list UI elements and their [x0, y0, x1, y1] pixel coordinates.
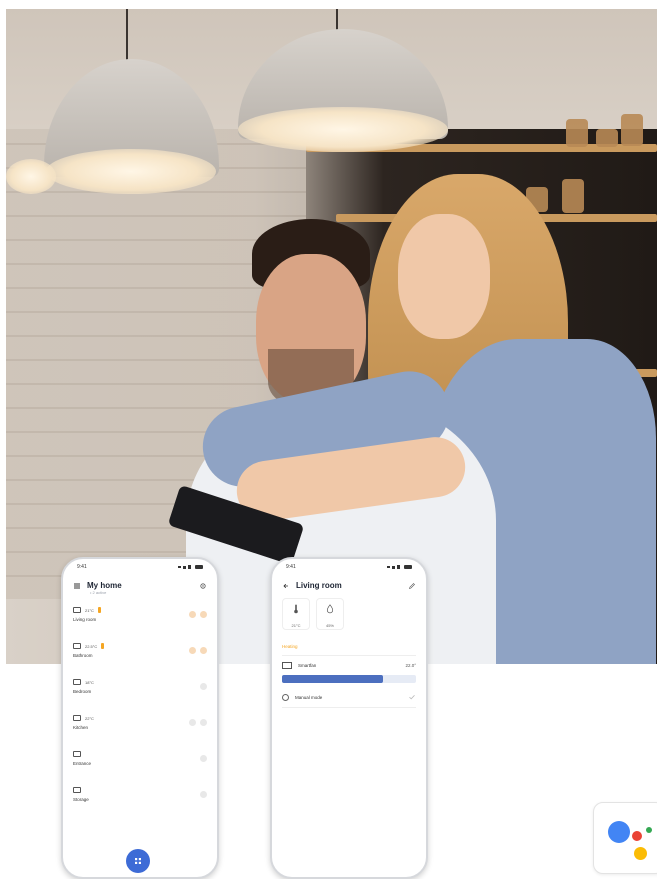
signal-icon: [387, 565, 412, 569]
temperature-tile[interactable]: 21°C: [282, 598, 310, 630]
schedule-row[interactable]: Manual mode: [272, 687, 426, 707]
heating-indicator: [97, 607, 101, 613]
signal-icon: [178, 565, 203, 569]
room-temperature: 22°C: [85, 715, 94, 721]
bed-icon: [73, 679, 81, 685]
phone-room-screen: 9:41 Living room 21°C 45% Heating Smartf…: [270, 557, 428, 879]
temperature-value: 21°C: [291, 623, 301, 628]
thermometer-icon: [294, 604, 298, 614]
app-header: My home: [63, 575, 217, 590]
room-list: 21°C Living room 22.5°C Bathroom 18°C Be…: [63, 601, 217, 817]
room-name: Bedroom: [73, 689, 92, 694]
page-title: My home: [87, 581, 122, 590]
check-icon: [409, 695, 415, 700]
plus-button[interactable]: [200, 719, 207, 726]
humidity-tile[interactable]: 45%: [316, 598, 344, 630]
google-assistant-badge: [593, 802, 657, 874]
room-name: Entrance: [73, 761, 92, 766]
add-device-button[interactable]: [126, 849, 150, 873]
minus-button[interactable]: [189, 611, 196, 618]
sensor-tiles: 21°C 45%: [272, 590, 426, 630]
settings-icon[interactable]: [199, 582, 207, 590]
grid-icon: [135, 858, 141, 864]
fan-icon: [282, 662, 292, 669]
device-row[interactable]: Smartfan 22.0°: [272, 656, 426, 675]
power-toggle[interactable]: [200, 755, 207, 762]
device-name: Smartfan: [298, 663, 317, 668]
heating-indicator: [101, 643, 105, 649]
divider: [282, 707, 416, 708]
box-icon: [73, 787, 81, 793]
plus-button[interactable]: [200, 647, 207, 654]
room-temperature: 22.5°C: [85, 643, 98, 649]
status-time: 9:41: [77, 564, 87, 570]
droplet-icon: [326, 604, 334, 614]
room-item-bedroom[interactable]: 18°C Bedroom: [63, 673, 217, 709]
slider-fill: [282, 675, 383, 683]
phone-home-screen: 9:41 My home • 2 active 21°C Living room…: [61, 557, 219, 879]
back-arrow-icon[interactable]: [282, 582, 290, 590]
page-title: Living room: [296, 581, 342, 590]
room-name: Living room: [73, 617, 97, 622]
humidity-value: 45%: [325, 623, 334, 628]
status-time: 9:41: [286, 564, 296, 570]
room-name: Bathroom: [73, 653, 93, 658]
section-heading: Heating: [282, 644, 298, 649]
schedule-label: Manual mode: [295, 694, 323, 700]
app-header: Living room: [272, 575, 426, 590]
room-item-bathroom[interactable]: 22.5°C Bathroom: [63, 637, 217, 673]
room-item-living-room[interactable]: 21°C Living room: [63, 601, 217, 637]
status-bar: 9:41: [272, 559, 426, 575]
sofa-icon: [73, 607, 81, 613]
home-subtitle: • 2 active: [90, 590, 107, 595]
room-item-entrance[interactable]: Entrance: [63, 745, 217, 781]
minus-button[interactable]: [189, 719, 196, 726]
minus-button[interactable]: [189, 647, 196, 654]
plus-button[interactable]: [200, 611, 207, 618]
mode-radio[interactable]: [282, 693, 289, 701]
door-icon: [73, 751, 81, 757]
power-toggle[interactable]: [200, 791, 207, 798]
status-bar: 9:41: [63, 559, 217, 575]
device-setpoint: 22.0°: [405, 663, 416, 668]
room-name: Kitchen: [73, 725, 89, 730]
power-toggle[interactable]: [200, 683, 207, 690]
menu-icon[interactable]: [73, 582, 81, 590]
pot-icon: [73, 715, 81, 721]
room-item-kitchen[interactable]: 22°C Kitchen: [63, 709, 217, 745]
room-name: Storage: [73, 797, 89, 802]
room-temperature: 21°C: [85, 607, 94, 613]
edit-icon[interactable]: [408, 582, 416, 590]
room-item-storage[interactable]: Storage: [63, 781, 217, 817]
bathtub-icon: [73, 643, 81, 649]
heating-slider[interactable]: [282, 675, 416, 683]
room-temperature: 18°C: [85, 679, 94, 685]
